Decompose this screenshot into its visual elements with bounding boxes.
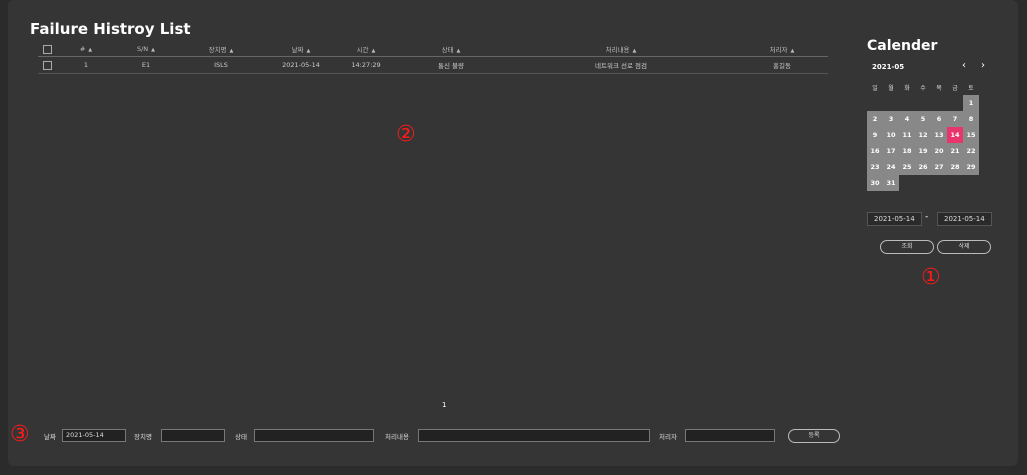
delete-button[interactable]: 삭제 — [937, 240, 991, 254]
sort-icon: ▲ — [229, 48, 234, 54]
device-input[interactable] — [161, 429, 225, 442]
cell-date: 2021-05-14 — [266, 56, 336, 74]
calendar-day[interactable]: 13 — [931, 127, 947, 143]
calendar-day[interactable]: 17 — [883, 143, 899, 159]
calendar-day[interactable]: 19 — [915, 143, 931, 159]
range-separator: - — [925, 212, 929, 222]
chevron-right-icon[interactable]: › — [981, 60, 985, 71]
content-input[interactable] — [418, 429, 650, 442]
weekday-sat: 토 — [968, 85, 974, 92]
calendar-day[interactable]: 10 — [883, 127, 899, 143]
sort-icon: ▲ — [790, 48, 795, 54]
calendar-day[interactable]: 23 — [867, 159, 883, 175]
select-all-cell — [38, 42, 56, 57]
cell-status: 통신 불량 — [396, 56, 506, 74]
date-label: 날짜 — [44, 433, 56, 441]
select-all-checkbox[interactable] — [42, 44, 52, 54]
calendar-day[interactable]: 4 — [899, 111, 915, 127]
calendar-day[interactable]: 24 — [883, 159, 899, 175]
row-select-cell — [38, 56, 56, 74]
handler-label: 처리자 — [659, 433, 677, 441]
weekday-fri: 금 — [952, 85, 958, 92]
calendar-day[interactable]: 1 — [963, 95, 979, 111]
calendar-day[interactable]: 22 — [963, 143, 979, 159]
cell-index: 1 — [56, 56, 116, 74]
calendar-day[interactable]: 7 — [947, 111, 963, 127]
calendar-day[interactable]: 21 — [947, 143, 963, 159]
calendar-day[interactable]: 9 — [867, 127, 883, 143]
calendar-day[interactable]: 2 — [867, 111, 883, 127]
calendar-day[interactable]: 25 — [899, 159, 915, 175]
calendar-day[interactable]: 16 — [867, 143, 883, 159]
calendar-month: 2021-05 — [872, 63, 905, 71]
calendar-day[interactable]: 29 — [963, 159, 979, 175]
calendar-day[interactable]: 11 — [899, 127, 915, 143]
chevron-left-icon[interactable]: ‹ — [962, 60, 966, 71]
search-button[interactable]: 조회 — [880, 240, 934, 254]
column-header-device[interactable]: 장치명 ▲ — [176, 42, 266, 57]
column-header-index[interactable]: # ▲ — [56, 42, 116, 57]
sort-icon: ▲ — [456, 48, 461, 54]
table-row[interactable]: 1 E1 ISLS 2021-05-14 14:27:29 통신 불량 네트워크… — [38, 56, 828, 74]
weekday-sun: 일 — [872, 85, 878, 92]
calendar-day[interactable]: 26 — [915, 159, 931, 175]
device-label: 장치명 — [134, 433, 152, 441]
calendar-title: Calender — [867, 38, 938, 54]
sort-icon: ▲ — [88, 47, 93, 53]
content-label: 처리내용 — [385, 433, 409, 441]
calendar-day[interactable]: 12 — [915, 127, 931, 143]
cell-content: 네트워크 선로 점검 — [506, 56, 736, 74]
calendar-day[interactable]: 15 — [963, 127, 979, 143]
status-input[interactable] — [254, 429, 374, 442]
calendar-day[interactable]: 6 — [931, 111, 947, 127]
column-header-time[interactable]: 시간 ▲ — [336, 42, 396, 57]
column-header-sn[interactable]: S/N ▲ — [116, 42, 176, 57]
weekday-wed: 수 — [920, 85, 926, 92]
calendar-day[interactable]: 18 — [899, 143, 915, 159]
register-button[interactable]: 등록 — [788, 429, 840, 443]
column-header-handler[interactable]: 처리자 ▲ — [736, 42, 828, 57]
row-checkbox[interactable] — [42, 60, 52, 70]
cell-handler: 홍길동 — [736, 56, 828, 74]
cell-sn: E1 — [116, 56, 176, 74]
calendar-day[interactable]: 27 — [931, 159, 947, 175]
weekday-thu: 목 — [936, 85, 942, 92]
calendar-day[interactable]: 30 — [867, 175, 883, 191]
annotation-marker-1: ① — [921, 265, 941, 290]
cell-time: 14:27:29 — [336, 56, 396, 74]
sort-icon: ▲ — [371, 48, 376, 54]
calendar-day[interactable]: 5 — [915, 111, 931, 127]
range-end-field[interactable]: 2021-05-14 — [937, 212, 992, 226]
status-label: 상태 — [235, 433, 247, 441]
annotation-marker-3: ③ — [10, 422, 30, 447]
pagination-page-1[interactable]: 1 — [442, 401, 446, 409]
range-start-field[interactable]: 2021-05-14 — [867, 212, 922, 226]
weekday-mon: 월 — [888, 85, 894, 92]
calendar-day[interactable]: 8 — [963, 111, 979, 127]
handler-input[interactable] — [685, 429, 775, 442]
column-header-content[interactable]: 처리내용 ▲ — [506, 42, 736, 57]
page-title: Failure Histroy List — [30, 20, 191, 38]
sort-icon: ▲ — [632, 48, 637, 54]
annotation-marker-2: ② — [396, 122, 416, 147]
calendar-day[interactable]: 3 — [883, 111, 899, 127]
date-input[interactable]: 2021-05-14 — [62, 429, 126, 442]
column-header-status[interactable]: 상태 ▲ — [396, 42, 506, 57]
sort-icon: ▲ — [151, 47, 156, 53]
calendar-day[interactable]: 31 — [883, 175, 899, 191]
calendar-day[interactable]: 28 — [947, 159, 963, 175]
cell-device: ISLS — [176, 56, 266, 74]
calendar-day[interactable]: 20 — [931, 143, 947, 159]
sort-icon: ▲ — [306, 48, 311, 54]
weekday-tue: 화 — [904, 85, 910, 92]
column-header-date[interactable]: 날짜 ▲ — [266, 42, 336, 57]
calendar-day[interactable]: 14 — [947, 127, 963, 143]
failure-history-table: # ▲ S/N ▲ 장치명 ▲ 날짜 ▲ 시간 ▲ 상태 ▲ 처리내용 ▲ 처리자 ▲ 1 E1… — [38, 42, 828, 74]
table-header-row: # ▲ S/N ▲ 장치명 ▲ 날짜 ▲ 시간 ▲ 상태 ▲ 처리내용 ▲ 처리자 ▲ — [38, 42, 828, 57]
